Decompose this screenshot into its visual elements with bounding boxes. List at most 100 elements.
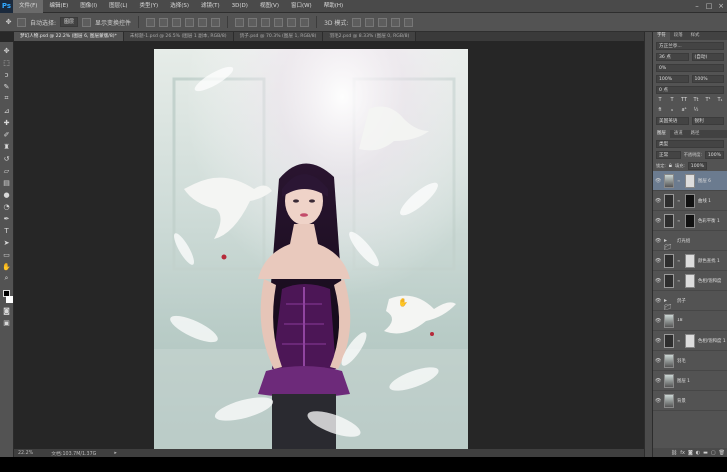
align-bottom-icon[interactable]: [172, 17, 182, 27]
hand-tool-icon[interactable]: ✋: [2, 262, 11, 271]
mask-link-icon[interactable]: ∞: [677, 338, 682, 343]
checkbox-auto-select[interactable]: [17, 17, 26, 27]
font-size-field[interactable]: 36 点: [656, 52, 689, 61]
layer-row[interactable]: 👁︎ 背景: [653, 391, 727, 411]
gradient-tool-icon[interactable]: ▤: [2, 178, 11, 187]
blur-tool-icon[interactable]: ●: [2, 190, 11, 199]
drag-3d-icon[interactable]: [378, 17, 388, 27]
align-left-icon[interactable]: [185, 17, 195, 27]
visibility-eye-icon[interactable]: 👁︎: [655, 218, 661, 224]
new-adjustment-icon[interactable]: ◐: [696, 450, 700, 456]
align-right-icon[interactable]: [211, 17, 221, 27]
trash-icon[interactable]: 🗑︎: [719, 450, 725, 456]
swash-icon[interactable]: ℴ: [668, 107, 676, 113]
visibility-eye-icon[interactable]: 👁︎: [655, 398, 661, 404]
menu-item-3[interactable]: 图层(L): [103, 0, 133, 13]
checkbox-show-transform[interactable]: [82, 17, 92, 27]
blend-mode-dropdown[interactable]: 正常: [656, 150, 681, 159]
zoom-tool-icon[interactable]: ⌕: [2, 274, 11, 283]
tab-document-1[interactable]: 梦幻人物.psd @ 22.2% (图层 6, 图层蒙版/8)*: [14, 32, 124, 41]
vertical-scale-field[interactable]: 100%: [656, 74, 689, 83]
distribute-top-icon[interactable]: [235, 17, 245, 27]
zoom-level[interactable]: 22.2%: [18, 451, 33, 456]
dodge-tool-icon[interactable]: ◔: [2, 202, 11, 211]
layer-row[interactable]: 👁︎ ▸📁︎ 鸽子: [653, 291, 727, 311]
layer-row[interactable]: 👁︎ 羽毛: [653, 351, 727, 371]
font-family-dropdown[interactable]: 方正兰亭...: [656, 41, 724, 50]
mask-link-icon[interactable]: ∞: [677, 278, 682, 283]
tab-document-2[interactable]: 未标题-1.psd @ 26.5% (图层 1 副本, RGB/8): [123, 32, 234, 41]
type-tool-icon[interactable]: T: [2, 226, 11, 235]
align-vcenter-icon[interactable]: [159, 17, 169, 27]
layer-row[interactable]: 👁︎ ∞ 色相/饱和度 1: [653, 331, 727, 351]
antialias-dropdown[interactable]: 锐利: [691, 116, 724, 125]
subscript-icon[interactable]: T₁: [716, 97, 724, 103]
align-hcenter-icon[interactable]: [198, 17, 208, 27]
faux-italic-icon[interactable]: T: [668, 97, 676, 103]
language-dropdown[interactable]: 美国英语: [656, 116, 689, 125]
tab-styles[interactable]: 样式: [687, 32, 704, 40]
eyedropper-tool-icon[interactable]: ⊿: [2, 106, 11, 115]
layer-mask-thumbnail[interactable]: [685, 173, 695, 188]
layer-mask-thumbnail[interactable]: [685, 193, 695, 208]
visibility-eye-icon[interactable]: 👁︎: [655, 278, 661, 284]
superscript-icon[interactable]: T¹: [704, 97, 712, 103]
layer-row[interactable]: 👁︎ ∞ 图层 6: [653, 171, 727, 191]
tab-channels[interactable]: 通道: [670, 130, 687, 138]
mask-link-icon[interactable]: ∞: [677, 198, 682, 203]
scale-3d-icon[interactable]: [404, 17, 414, 27]
menu-item-6[interactable]: 滤镜(T): [195, 0, 226, 13]
layer-mask-thumbnail[interactable]: [685, 333, 695, 348]
faux-bold-icon[interactable]: T: [656, 97, 664, 103]
small-caps-icon[interactable]: Tt: [692, 97, 700, 103]
visibility-eye-icon[interactable]: 👁︎: [655, 298, 661, 304]
brush-tool-icon[interactable]: ✐: [2, 130, 11, 139]
menu-item-1[interactable]: 编辑(E): [43, 0, 74, 13]
mask-link-icon[interactable]: ∞: [677, 218, 682, 223]
distribute-vcenter-icon[interactable]: [248, 17, 258, 27]
maximize-button[interactable]: □: [703, 2, 715, 10]
layer-row[interactable]: 👁︎ ▸📁︎ 灯光组: [653, 231, 727, 251]
fill-field[interactable]: 100%: [687, 161, 707, 170]
layer-row[interactable]: 👁︎ 18: [653, 311, 727, 331]
align-top-icon[interactable]: [146, 17, 156, 27]
horizontal-scale-field[interactable]: 100%: [691, 74, 724, 83]
eraser-tool-icon[interactable]: ▱: [2, 166, 11, 175]
screen-mode-icon[interactable]: ▣: [2, 318, 11, 327]
rotate-3d-icon[interactable]: [352, 17, 362, 27]
tab-character[interactable]: 字符: [653, 32, 670, 40]
visibility-eye-icon[interactable]: 👁︎: [655, 238, 661, 244]
shape-tool-icon[interactable]: ▭: [2, 250, 11, 259]
visibility-eye-icon[interactable]: 👁︎: [655, 338, 661, 344]
crop-tool-icon[interactable]: ⌗: [2, 94, 11, 103]
mask-link-icon[interactable]: ∞: [677, 258, 682, 263]
history-brush-tool-icon[interactable]: ↺: [2, 154, 11, 163]
distribute-bottom-icon[interactable]: [261, 17, 271, 27]
quick-mask-icon[interactable]: ◙: [2, 306, 11, 315]
move-tool-icon[interactable]: ✥: [4, 18, 13, 27]
distribute-hcenter-icon[interactable]: [287, 17, 297, 27]
all-caps-icon[interactable]: TT: [680, 97, 688, 103]
menu-item-5[interactable]: 选择(S): [164, 0, 195, 13]
new-group-icon[interactable]: ▬: [703, 450, 708, 456]
auto-select-dropdown[interactable]: 图层: [60, 17, 79, 27]
distribute-right-icon[interactable]: [300, 17, 310, 27]
baseline-shift-field[interactable]: 0 点: [656, 85, 724, 94]
menu-item-4[interactable]: 类型(Y): [134, 0, 165, 13]
ligature-icon[interactable]: fi: [656, 107, 664, 113]
quick-select-tool-icon[interactable]: ✎: [2, 82, 11, 91]
tab-paths[interactable]: 路径: [687, 130, 704, 138]
path-select-tool-icon[interactable]: ➤: [2, 238, 11, 247]
menu-item-2[interactable]: 图像(I): [74, 0, 103, 13]
mask-link-icon[interactable]: ∞: [677, 178, 682, 183]
tracking-field[interactable]: 0%: [656, 63, 724, 72]
canvas-area[interactable]: ✋: [14, 42, 644, 449]
status-arrow-icon[interactable]: ▸: [114, 451, 116, 456]
minimize-button[interactable]: –: [691, 2, 703, 10]
layer-row[interactable]: 👁︎ ∞ 颜色查找 1: [653, 251, 727, 271]
visibility-eye-icon[interactable]: 👁︎: [655, 378, 661, 384]
tab-document-4[interactable]: 羽毛2.psd @ 8.33% (图层 0, RGB/8): [323, 32, 417, 41]
link-layers-icon[interactable]: ⛓: [671, 450, 677, 456]
distribute-left-icon[interactable]: [274, 17, 284, 27]
layer-mask-thumbnail[interactable]: [685, 253, 695, 268]
